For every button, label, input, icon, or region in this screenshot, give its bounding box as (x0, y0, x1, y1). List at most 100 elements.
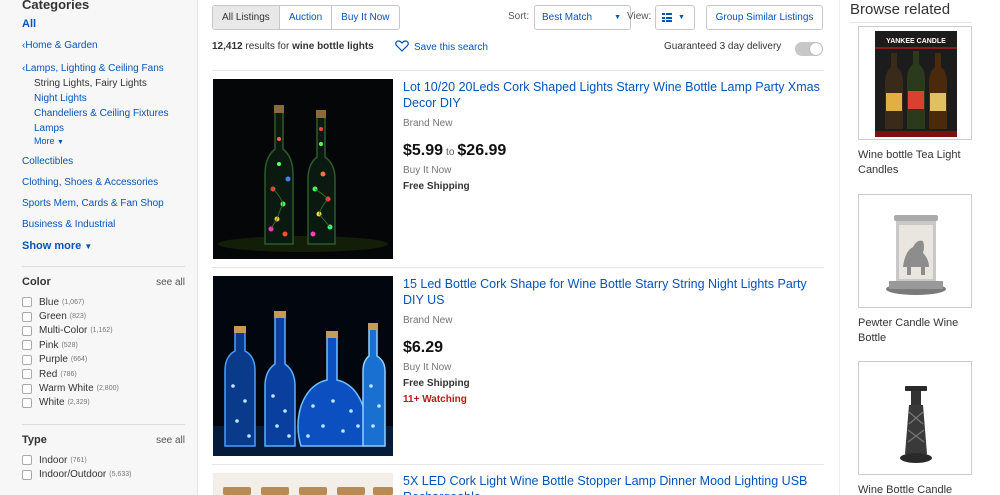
subcategory-string-lights[interactable]: String Lights, Fairy Lights (34, 78, 185, 89)
price-high: $26.99 (457, 142, 507, 159)
color-option-purple[interactable]: Purple (664) (22, 353, 185, 367)
related-image[interactable] (858, 361, 972, 475)
listing-divider (212, 464, 824, 465)
subcategory-lamps[interactable]: Lamps (34, 123, 185, 134)
checkbox[interactable] (22, 354, 32, 365)
facet-count: (786) (60, 370, 77, 378)
related-label[interactable]: Pewter Candle Wine Bottle (858, 316, 973, 346)
type-facet-list: Indoor (761) Indoor/Outdoor (5,633) (22, 453, 185, 482)
listing-condition: Brand New (403, 118, 453, 129)
related-label[interactable]: Wine bottle Tea Light Candles (858, 148, 973, 178)
category-sports-link[interactable]: Sports Mem, Cards & Fan Shop (22, 198, 185, 209)
listing-title[interactable]: 15 Led Bottle Cork Shape for Wine Bottle… (403, 276, 823, 308)
view-label: View: (627, 11, 652, 22)
category-collectibles-link[interactable]: Collectibles (22, 156, 185, 167)
listing-format: Buy It Now (403, 362, 452, 373)
related-image[interactable] (858, 194, 972, 308)
related-item[interactable]: YANKEE CANDLE Wine bottle Tea Light Cand… (858, 26, 973, 178)
category-home-garden-link[interactable]: ‹Home & Garden (22, 40, 185, 51)
tab-all-listings[interactable]: All Listings (213, 6, 279, 29)
color-option-pink[interactable]: Pink (528) (22, 338, 185, 352)
tab-auction[interactable]: Auction (278, 6, 331, 29)
listing-type-tabs: All Listings Auction Buy It Now (212, 5, 400, 30)
color-see-all-link[interactable]: see all (156, 277, 185, 288)
facet-label: Purple (39, 354, 68, 366)
category-lamps-lighting-label: Lamps, Lighting & Ceiling Fans (25, 63, 164, 74)
related-image[interactable]: YANKEE CANDLE (858, 26, 972, 140)
listing-price: $6.29 (403, 339, 444, 356)
price-to: to (446, 147, 455, 158)
listing-divider (212, 70, 824, 71)
type-see-all-link[interactable]: see all (156, 435, 185, 446)
listing-info: Lot 10/20 20Leds Cork Shaped Lights Star… (403, 79, 823, 192)
type-option-indoor-outdoor[interactable]: Indoor/Outdoor (5,633) (22, 468, 185, 482)
related-label[interactable]: Wine Bottle Candle (858, 483, 973, 495)
rail-divider (850, 22, 972, 23)
price-low: $5.99 (403, 142, 444, 159)
browse-related-rail: Browse related YANKEE CANDLE Wine bottle… (839, 0, 1000, 495)
checkbox[interactable] (22, 469, 32, 480)
checkbox[interactable] (22, 297, 32, 308)
color-facet-title: Color (22, 276, 51, 288)
caret-down-icon: ▼ (84, 242, 93, 251)
facet-count: (528) (61, 341, 78, 349)
color-facet-header: Color see all (22, 276, 185, 288)
show-more-link[interactable]: Show more ▼ (22, 240, 185, 252)
sort-value: Best Match (542, 12, 593, 23)
results-query: wine bottle lights (292, 41, 374, 52)
listing-image[interactable] (213, 473, 393, 495)
sort-dropdown[interactable]: Best Match ▼ (534, 5, 631, 30)
facet-count: (2,800) (96, 385, 119, 393)
guaranteed-delivery-toggle[interactable] (795, 42, 823, 56)
listing-image[interactable] (213, 276, 393, 456)
color-facet-list: Blue (1,067) Green (823) Multi-Color (1,162… (22, 295, 185, 410)
category-all-link[interactable]: All (22, 18, 185, 30)
checkbox[interactable] (22, 397, 32, 408)
tab-buy-it-now[interactable]: Buy It Now (331, 6, 398, 29)
category-lamps-lighting-link[interactable]: ‹Lamps, Lighting & Ceiling Fans (22, 63, 185, 74)
color-option-warm-white[interactable]: Warm White (2,800) (22, 381, 185, 395)
facet-count: (761) (70, 456, 87, 464)
results-toolbar: All Listings Auction Buy It Now Sort: Be… (212, 5, 824, 30)
color-option-red[interactable]: Red (786) (22, 367, 185, 381)
type-option-indoor[interactable]: Indoor (761) (22, 453, 185, 467)
related-brand-text: YANKEE CANDLE (886, 38, 946, 45)
listing-title[interactable]: Lot 10/20 20Leds Cork Shaped Lights Star… (403, 79, 823, 111)
facet-count: (664) (70, 356, 88, 364)
caret-down-icon: ▼ (614, 14, 621, 21)
browse-related-title: Browse related (850, 1, 951, 18)
facet-label: Green (39, 311, 67, 323)
categories-title: Categories (22, 0, 90, 12)
category-business-link[interactable]: Business & Industrial (22, 219, 185, 230)
subcategory-chandeliers[interactable]: Chandeliers & Ceiling Fixtures (34, 108, 185, 119)
checkbox[interactable] (22, 325, 32, 336)
subcategory-more-link[interactable]: More ▼ (34, 136, 185, 146)
color-option-white[interactable]: White (2,329) (22, 396, 185, 410)
color-option-blue[interactable]: Blue (1,067) (22, 295, 185, 309)
color-option-multi-color[interactable]: Multi-Color (1,162) (22, 324, 185, 338)
related-item[interactable]: Wine Bottle Candle (858, 361, 973, 495)
type-facet-header: Type see all (22, 434, 185, 446)
group-similar-button[interactable]: Group Similar Listings (706, 5, 823, 30)
checkbox[interactable] (22, 311, 32, 322)
results-info-row: 12,412 results for wine bottle lights Sa… (212, 40, 824, 56)
results-count: 12,412 results for wine bottle lights (212, 41, 374, 52)
heart-icon (395, 40, 409, 55)
category-clothing-link[interactable]: Clothing, Shoes & Accessories (22, 177, 185, 188)
caret-down-icon: ▼ (57, 139, 64, 146)
listing-title[interactable]: 5X LED Cork Light Wine Bottle Stopper La… (403, 473, 823, 495)
checkbox[interactable] (22, 455, 32, 466)
checkbox[interactable] (22, 369, 32, 380)
checkbox[interactable] (22, 340, 32, 351)
save-search-link[interactable]: Save this search (395, 40, 488, 55)
subcategory-list: String Lights, Fairy Lights Night Lights… (22, 78, 185, 146)
left-sidebar: Categories All ‹Home & Garden ‹Lamps, Li… (0, 0, 198, 495)
view-dropdown[interactable]: ▼ (655, 5, 695, 30)
listing-image[interactable] (213, 79, 393, 259)
color-option-green[interactable]: Green (823) (22, 309, 185, 323)
subcategory-night-lights[interactable]: Night Lights (34, 93, 185, 104)
checkbox[interactable] (22, 383, 32, 394)
listing-format: Buy It Now (403, 165, 452, 176)
listing-price: $5.99 to $26.99 (403, 142, 823, 160)
related-item[interactable]: Pewter Candle Wine Bottle (858, 194, 973, 346)
